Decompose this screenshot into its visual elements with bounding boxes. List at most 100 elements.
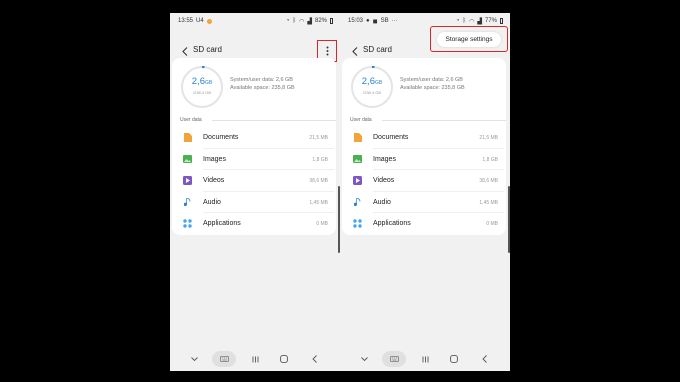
- list-item-documents[interactable]: Documents 21,5 MB: [172, 127, 336, 149]
- list-item-size: 38,6 MB: [479, 178, 498, 184]
- list-item-size: 21,5 MB: [479, 135, 498, 141]
- list-item-applications[interactable]: Applications 0 MB: [342, 213, 506, 235]
- phone-screen-left: 13:55 U4 ◔ ᛒ ◠ ▟ 82% SD card 2,6GB /238,…: [170, 13, 340, 371]
- storage-card: 2,6GB /238,4 GB System/user data: 2,6 GB…: [172, 58, 336, 235]
- used-space: 2,6GB: [191, 76, 213, 87]
- battery-icon: [500, 18, 503, 24]
- list-item-size: 1,8 GB: [482, 156, 498, 163]
- list-item-label: Images: [373, 155, 396, 163]
- hide-keyboard-icon[interactable]: [188, 351, 200, 367]
- list-item-audio[interactable]: Audio 1,45 MB: [172, 192, 336, 213]
- nav-back-icon[interactable]: [308, 351, 320, 367]
- nav-back-icon[interactable]: [478, 351, 490, 367]
- list-item-size: 1,45 MB: [479, 199, 498, 206]
- alarm-icon: ◔: [455, 18, 460, 24]
- list-item-label: Audio: [373, 198, 391, 206]
- list-item-label: Videos: [203, 177, 225, 184]
- list-item-size: 0 MB: [486, 221, 498, 227]
- notification-icon: ◼: [372, 18, 378, 25]
- list-item-images[interactable]: Images 1,8 GB: [342, 149, 506, 170]
- list-item-audio[interactable]: Audio 1,45 MB: [342, 192, 506, 213]
- documents-icon: [183, 133, 192, 142]
- used-space: 2,6GB: [361, 76, 383, 87]
- status-time: 13:55: [178, 18, 194, 24]
- divider: [212, 120, 336, 121]
- status-carrier: SB: [380, 18, 389, 24]
- phone-screen-right: 15:03 ● ◼ SB ··· ◔ ᛒ ◠ ▟ 77% SD card 2,6…: [340, 13, 510, 371]
- list-item-size: 21,5 MB: [309, 135, 328, 141]
- total-space: /238,4 GB: [192, 90, 211, 95]
- back-arrow-icon[interactable]: [349, 44, 361, 58]
- list-item-size: 1,45 MB: [309, 199, 328, 206]
- page-title: SD card: [363, 45, 392, 54]
- battery-icon: [330, 18, 333, 24]
- alarm-icon: ◔: [285, 18, 290, 24]
- list-item-applications[interactable]: Applications 0 MB: [172, 213, 336, 235]
- wifi-icon: ◠: [469, 18, 475, 25]
- divider: [382, 120, 506, 121]
- home-icon[interactable]: [448, 351, 460, 367]
- storage-ring: 2,6GB /238,4 GB: [180, 65, 224, 109]
- status-bar: 13:55 U4 ◔ ᛒ ◠ ▟ 82%: [170, 13, 340, 29]
- back-arrow-icon[interactable]: [179, 44, 191, 58]
- list-item-label: Audio: [203, 198, 221, 206]
- hide-keyboard-icon[interactable]: [358, 351, 370, 367]
- available-space: Available space: 235,8 GB: [400, 85, 465, 91]
- category-list: Documents 21,5 MB Images 1,8 GB Videos 3…: [172, 127, 336, 235]
- list-item-documents[interactable]: Documents 21,5 MB: [342, 127, 506, 149]
- signal-icon: ▟: [307, 18, 312, 25]
- notification-icon: [206, 18, 212, 24]
- list-item-label: Applications: [203, 220, 241, 227]
- scrollbar[interactable]: [508, 186, 510, 253]
- navigation-bar: [170, 347, 340, 371]
- recent-apps-icon[interactable]: [419, 351, 431, 367]
- list-item-size: 0 MB: [316, 221, 328, 227]
- list-item-label: Videos: [373, 177, 395, 184]
- list-item-label: Documents: [203, 134, 239, 141]
- images-icon: [183, 155, 192, 164]
- battery-level: 82%: [314, 18, 327, 24]
- wifi-icon: ◠: [299, 18, 305, 25]
- available-space: Available space: 235,8 GB: [230, 85, 295, 91]
- list-item-images[interactable]: Images 1,8 GB: [172, 149, 336, 170]
- list-item-videos[interactable]: Videos 38,6 MB: [172, 170, 336, 192]
- documents-icon: [353, 133, 362, 142]
- applications-icon: [353, 219, 362, 228]
- home-icon[interactable]: [278, 351, 290, 367]
- system-user-data: System/user data: 2,6 GB: [400, 77, 463, 83]
- list-item-label: Images: [203, 155, 226, 163]
- storage-info: System/user data: 2,6 GB Available space…: [230, 76, 295, 92]
- keyboard-icon[interactable]: [382, 351, 406, 367]
- list-item-size: 1,8 GB: [312, 156, 328, 163]
- videos-icon: [353, 176, 362, 185]
- status-carrier: U4: [196, 18, 204, 24]
- list-item-videos[interactable]: Videos 38,6 MB: [342, 170, 506, 192]
- status-time: 15:03: [348, 18, 364, 24]
- overflow-menu: Storage settings: [430, 26, 508, 52]
- navigation-bar: [340, 347, 510, 371]
- storage-settings-menu-item[interactable]: Storage settings: [436, 31, 502, 47]
- section-header: User data: [180, 117, 202, 123]
- audio-icon: [353, 197, 362, 207]
- storage-card: 2,6GB /238,4 GB System/user data: 2,6 GB…: [342, 58, 506, 235]
- message-icon: ●: [366, 18, 370, 24]
- list-item-label: Applications: [373, 220, 411, 227]
- keyboard-icon[interactable]: [212, 351, 236, 367]
- more-notifications-icon: ···: [391, 18, 398, 24]
- system-user-data: System/user data: 2,6 GB: [230, 77, 293, 83]
- recent-apps-icon[interactable]: [249, 351, 261, 367]
- signal-icon: ▟: [477, 18, 482, 25]
- applications-icon: [183, 219, 192, 228]
- storage-ring: 2,6GB /238,4 GB: [350, 65, 394, 109]
- audio-icon: [183, 197, 192, 207]
- storage-info: System/user data: 2,6 GB Available space…: [400, 76, 465, 92]
- page-title: SD card: [193, 45, 222, 54]
- section-header: User data: [350, 117, 372, 123]
- images-icon: [353, 155, 362, 164]
- bluetooth-icon: ᛒ: [462, 18, 467, 24]
- list-item-size: 38,6 MB: [309, 178, 328, 184]
- battery-level: 77%: [484, 18, 497, 24]
- total-space: /238,4 GB: [362, 90, 381, 95]
- bluetooth-icon: ᛒ: [292, 18, 297, 24]
- videos-icon: [183, 176, 192, 185]
